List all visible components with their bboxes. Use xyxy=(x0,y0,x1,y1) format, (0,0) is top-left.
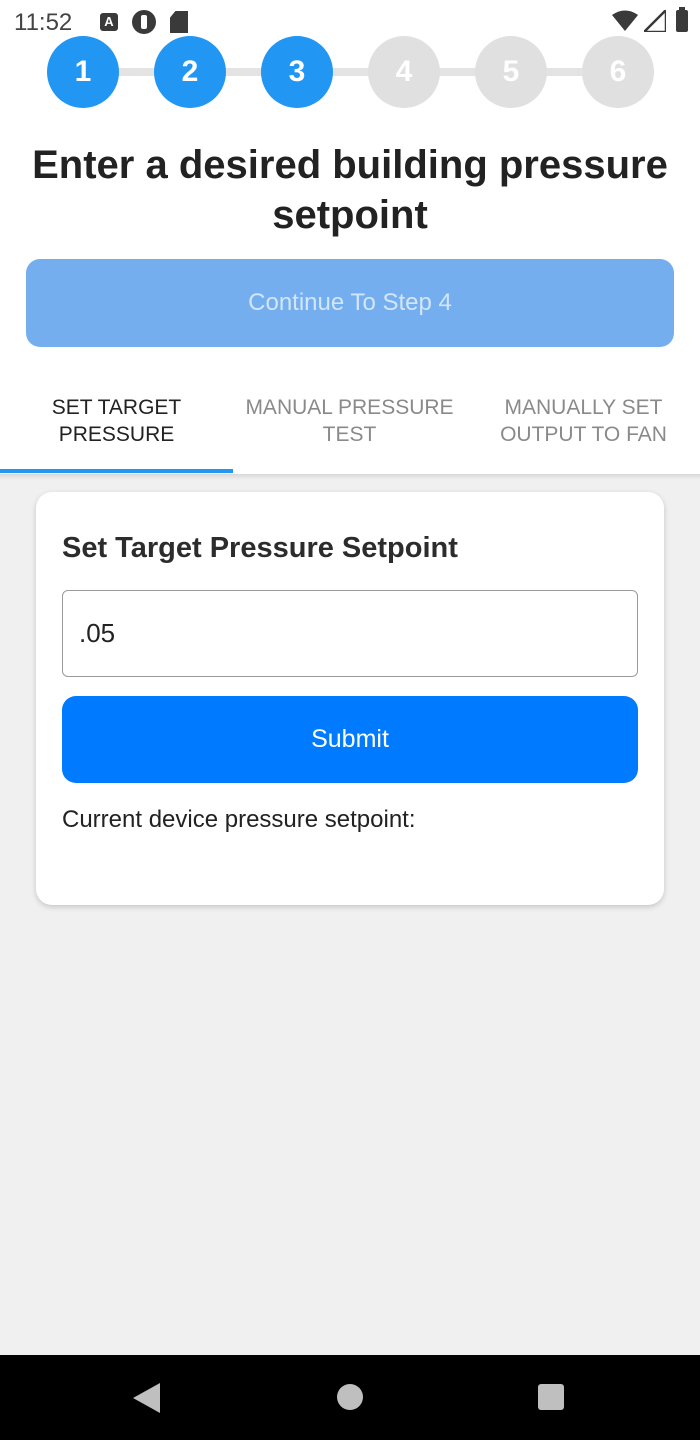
signal-icon xyxy=(644,10,666,32)
card-title: Set Target Pressure Setpoint xyxy=(62,532,458,564)
tab-indicator xyxy=(0,469,233,473)
tab-set-target-pressure[interactable]: SET TARGET PRESSURE xyxy=(0,394,233,448)
screen: 11:52 A 1 2 3 4 5 6 Enter a desired buil… xyxy=(0,0,700,1440)
recents-icon[interactable] xyxy=(538,1384,564,1410)
wifi-icon xyxy=(612,10,638,31)
navigation-bar xyxy=(0,1355,700,1440)
step-5: 5 xyxy=(475,36,547,108)
sd-card-icon xyxy=(170,11,188,33)
setpoint-card: Set Target Pressure Setpoint Submit Curr… xyxy=(36,492,664,905)
tab-manually-set-output[interactable]: MANUALLY SET OUTPUT TO FAN xyxy=(467,394,700,448)
step-6: 6 xyxy=(582,36,654,108)
system-icons xyxy=(612,7,688,32)
a-notification-icon: A xyxy=(100,13,118,31)
status-time: 11:52 xyxy=(14,9,73,36)
current-setpoint-label: Current device pressure setpoint: xyxy=(62,806,416,833)
submit-button[interactable]: Submit xyxy=(62,696,638,783)
app-notification-icon xyxy=(132,10,156,34)
step-2: 2 xyxy=(154,36,226,108)
back-icon[interactable] xyxy=(133,1383,160,1413)
home-icon[interactable] xyxy=(337,1384,363,1410)
stepper: 1 2 3 4 5 6 xyxy=(47,36,654,108)
tab-bar-shadow xyxy=(0,474,700,480)
notification-icons: A xyxy=(100,10,188,34)
step-4: 4 xyxy=(368,36,440,108)
battery-icon xyxy=(676,7,688,32)
step-1: 1 xyxy=(47,36,119,108)
setpoint-input[interactable] xyxy=(62,590,638,677)
step-3: 3 xyxy=(261,36,333,108)
tab-bar: SET TARGET PRESSURE MANUAL PRESSURE TEST… xyxy=(0,380,700,474)
page-title: Enter a desired building pressure setpoi… xyxy=(32,143,668,237)
tab-manual-pressure-test[interactable]: MANUAL PRESSURE TEST xyxy=(233,394,466,448)
continue-button[interactable]: Continue To Step 4 xyxy=(26,259,674,347)
